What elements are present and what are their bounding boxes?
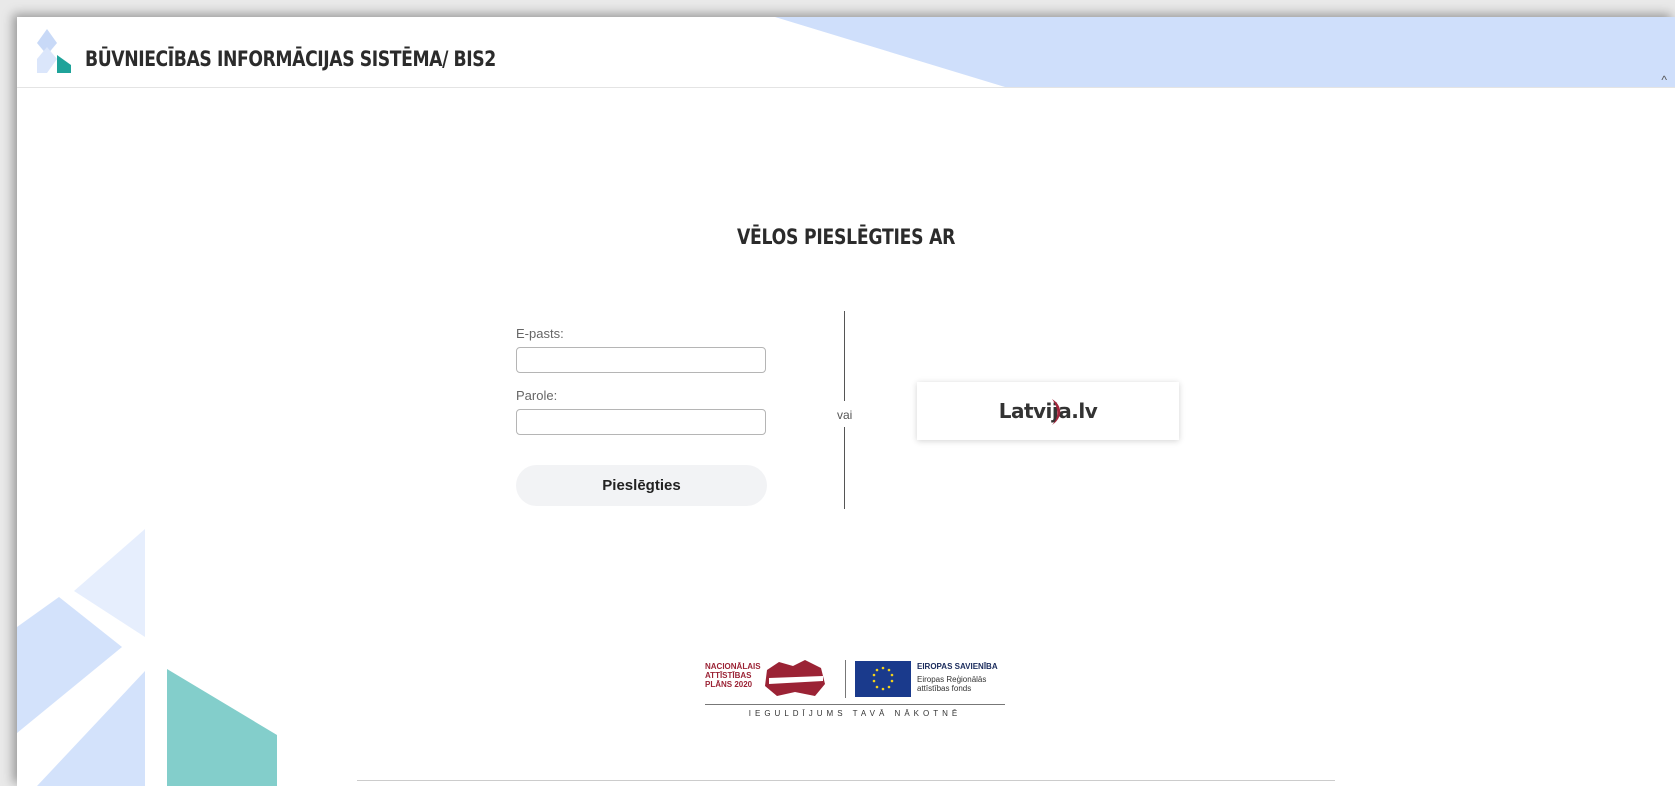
eu-funding-logos: NACIONĀLAIS ATTĪSTĪBAS PLĀNS 2020 EIROPA…: [705, 660, 1005, 742]
latvija-j-mark: j: [1051, 399, 1061, 425]
latvija-swoosh-icon: [1051, 399, 1061, 425]
national-plan-text: NACIONĀLAIS ATTĪSTĪBAS PLĀNS 2020: [705, 662, 761, 689]
bis-logo-icon: [37, 29, 71, 73]
funding-separator: [845, 660, 846, 698]
email-label: E-pasts:: [516, 326, 564, 341]
login-button[interactable]: Pieslēgties: [516, 465, 767, 506]
login-heading: VĒLOS PIESLĒGTIES AR: [736, 225, 956, 249]
footer-divider: [357, 780, 1335, 781]
latvija-login-button[interactable]: Latvi ja.lv: [917, 382, 1179, 440]
browser-viewport: BŪVNIECĪBAS INFORMĀCIJAS SISTĒMA/ BIS2 ^…: [17, 17, 1675, 786]
funding-motto: IEGULDĪJUMS TAVĀ NĀKOTNĒ: [748, 709, 962, 718]
or-separator: vai: [837, 406, 853, 424]
site-header: BŪVNIECĪBAS INFORMĀCIJAS SISTĒMA/ BIS2 ^: [17, 17, 1675, 88]
funding-underline: [705, 704, 1005, 705]
eu-title: EIROPAS SAVIENĪBA: [917, 662, 998, 671]
divider-line-top: [844, 311, 845, 401]
eu-flag-icon: [855, 661, 911, 697]
email-input[interactable]: [516, 347, 766, 373]
eu-fund-name: Eiropas Reģionālās attīstības fonds: [917, 675, 987, 693]
password-input[interactable]: [516, 409, 766, 435]
collapse-toggle[interactable]: ^: [1661, 73, 1667, 87]
latvija-logo: Latvi ja.lv: [999, 399, 1098, 425]
page-title: BŪVNIECĪBAS INFORMĀCIJAS SISTĒMA/ BIS2: [85, 47, 496, 71]
divider-line-bottom: [844, 427, 845, 509]
password-label: Parole:: [516, 388, 558, 403]
brand[interactable]: BŪVNIECĪBAS INFORMĀCIJAS SISTĒMA/ BIS2: [35, 29, 586, 75]
header-decoration: [775, 17, 1675, 87]
latvia-map-flag-icon: [765, 660, 825, 696]
background-decoration: [17, 529, 277, 786]
